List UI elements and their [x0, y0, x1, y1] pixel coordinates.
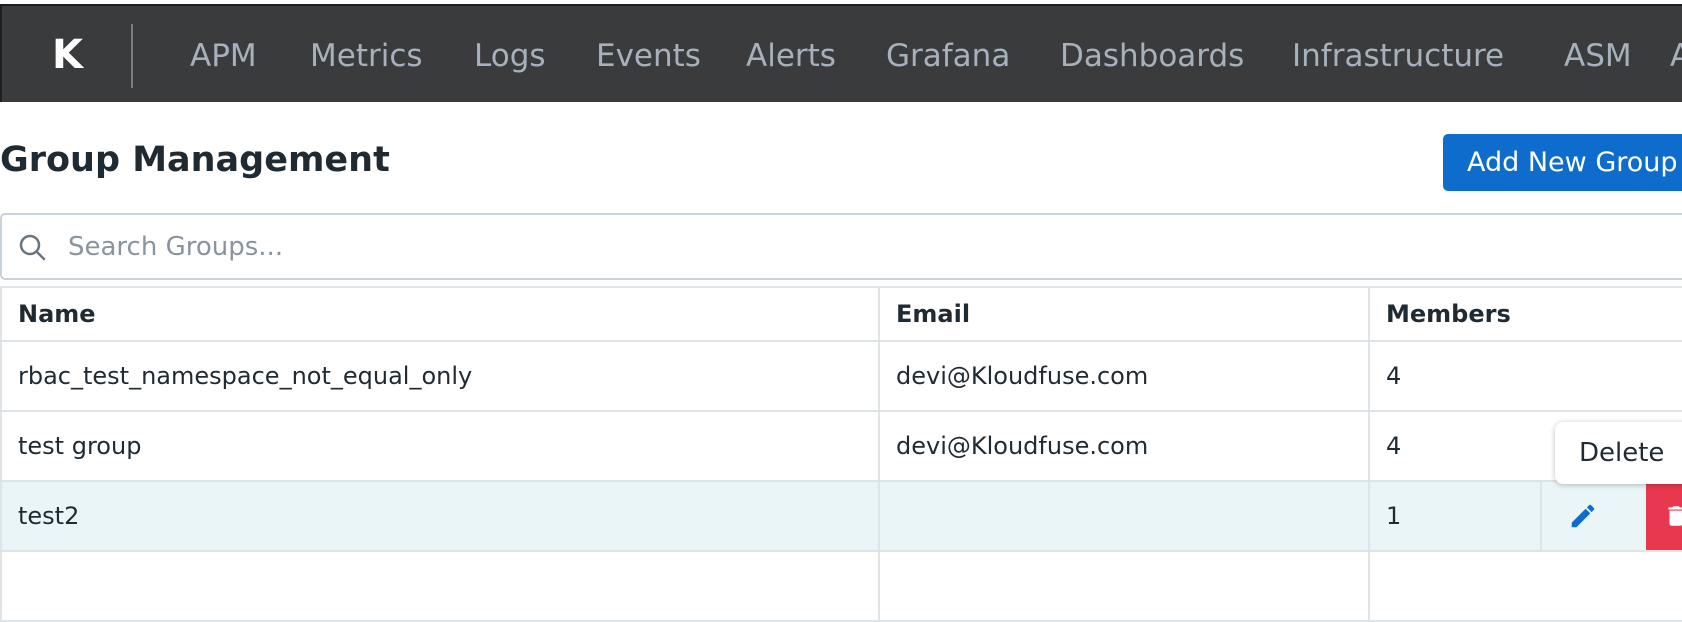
nav-item-apm[interactable]: APM: [190, 36, 257, 76]
group-email-cell: devi@Kloudfuse.com: [880, 342, 1370, 410]
table-row[interactable]: [2, 552, 1682, 622]
group-email-cell: [880, 552, 1370, 620]
table-row[interactable]: test group devi@Kloudfuse.com 4: [2, 412, 1682, 482]
table-header-row: Name Email Members: [2, 288, 1682, 342]
nav-item-logs[interactable]: Logs: [474, 36, 546, 76]
group-name-cell: test group: [2, 412, 880, 480]
edit-group-button[interactable]: [1540, 482, 1624, 550]
trash-icon: [1668, 506, 1682, 526]
nav-item-alerts[interactable]: Alerts: [746, 36, 836, 76]
group-name-cell: rbac_test_namespace_not_equal_only: [2, 342, 880, 410]
search-input[interactable]: [66, 223, 1566, 271]
groups-table: Name Email Members rbac_test_namespace_n…: [0, 286, 1682, 622]
nav-item-cutoff[interactable]: A: [1670, 36, 1682, 76]
app-logo[interactable]: K: [52, 31, 84, 79]
group-email-cell: devi@Kloudfuse.com: [880, 412, 1370, 480]
group-members-cell: [1370, 552, 1682, 620]
nav-item-metrics[interactable]: Metrics: [310, 36, 423, 76]
column-header-email[interactable]: Email: [880, 288, 1370, 340]
nav-item-infrastructure[interactable]: Infrastructure: [1292, 36, 1504, 76]
nav-item-events[interactable]: Events: [596, 36, 701, 76]
page-title: Group Management: [0, 140, 390, 180]
top-navigation: K APM Metrics Logs Events Alerts Grafana…: [0, 4, 1682, 102]
add-new-group-button[interactable]: Add New Group: [1443, 134, 1682, 191]
nav-item-asm[interactable]: ASM: [1564, 36, 1632, 76]
group-name-cell: [2, 552, 880, 620]
nav-item-grafana[interactable]: Grafana: [886, 36, 1010, 76]
delete-group-button[interactable]: [1646, 482, 1682, 550]
group-name-cell: test2: [2, 482, 880, 550]
nav-item-dashboards[interactable]: Dashboards: [1060, 36, 1244, 76]
column-header-name[interactable]: Name: [2, 288, 880, 340]
search-box: [0, 213, 1682, 280]
search-icon: [19, 234, 46, 261]
group-members-cell: 1: [1386, 502, 1402, 530]
pencil-icon: [1571, 504, 1595, 528]
delete-tooltip: Delete: [1555, 422, 1682, 484]
table-row[interactable]: rbac_test_namespace_not_equal_only devi@…: [2, 342, 1682, 412]
table-row[interactable]: test2 1: [2, 482, 1682, 552]
group-email-cell: [880, 482, 1370, 550]
column-header-members[interactable]: Members: [1370, 288, 1682, 340]
nav-divider: [131, 24, 133, 88]
group-members-cell: 4: [1386, 362, 1402, 390]
